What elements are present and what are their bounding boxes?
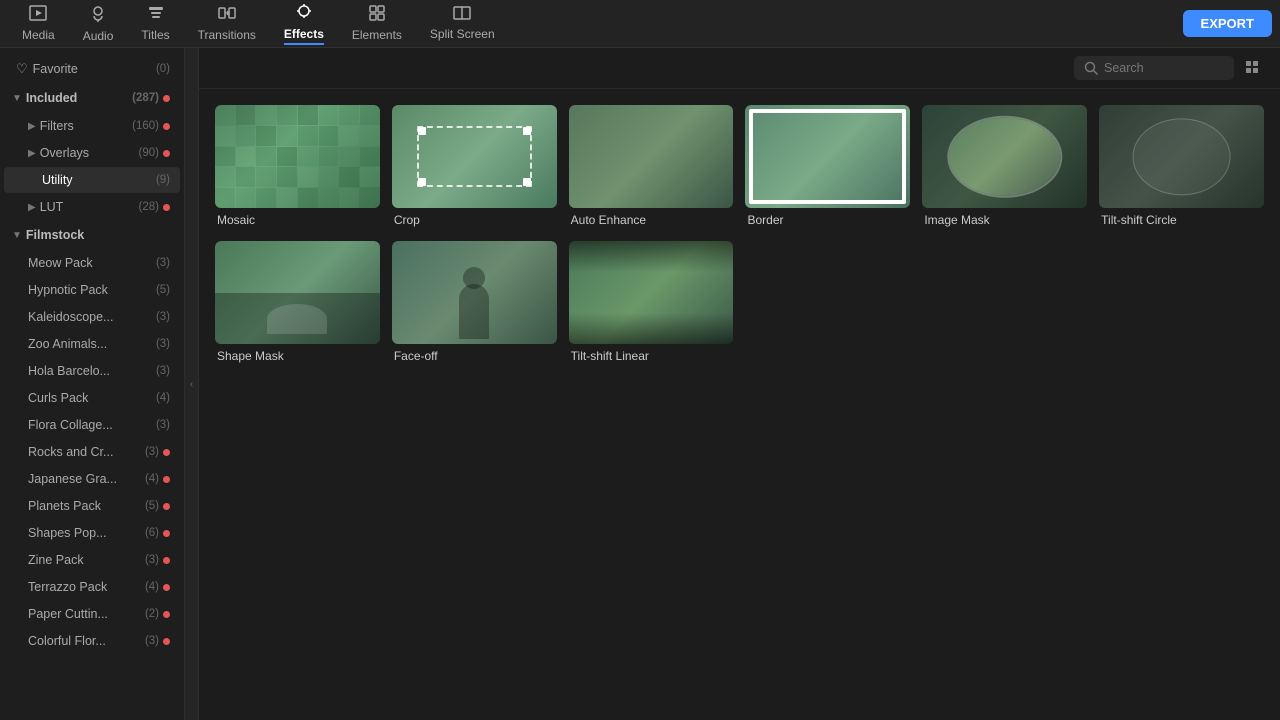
collapse-icon: ‹ <box>190 379 193 390</box>
nav-split-screen-label: Split Screen <box>430 27 495 41</box>
sidebar-item-kaleidoscope-pack[interactable]: Kaleidoscope... (3) <box>4 304 180 330</box>
included-expand-icon: ▼ <box>12 93 22 104</box>
sidebar-item-filters[interactable]: ▶ Filters (160) <box>4 113 180 139</box>
sidebar-item-utility[interactable]: Utility (9) <box>4 167 180 193</box>
split-screen-icon <box>453 6 471 25</box>
sidebar-item-rocks-and-cr[interactable]: Rocks and Cr... (3) <box>4 439 180 465</box>
main-area: ♡ Favorite (0) ▼ Included (287) ▶ Filter… <box>0 48 1280 720</box>
effect-card-crop[interactable]: Crop <box>392 105 557 229</box>
nav-media-label: Media <box>22 28 55 42</box>
sidebar-item-paper-cutting[interactable]: Paper Cuttin... (2) <box>4 601 180 627</box>
nav-transitions[interactable]: Transitions <box>184 1 270 46</box>
sidebar-item-zine-pack[interactable]: Zine Pack (3) <box>4 547 180 573</box>
effect-card-auto-enhance[interactable]: Auto Enhance <box>569 105 734 229</box>
effect-tilt-shift-circle-label: Tilt-shift Circle <box>1099 208 1264 229</box>
nav-elements[interactable]: Elements <box>338 1 416 46</box>
nav-audio-label: Audio <box>83 29 114 43</box>
effect-auto-enhance-label: Auto Enhance <box>569 208 734 229</box>
sidebar-item-flora-collage[interactable]: Flora Collage... (3) <box>4 412 180 438</box>
nav-titles-label: Titles <box>141 28 169 42</box>
sidebar-item-lut[interactable]: ▶ LUT (28) <box>4 194 180 220</box>
filters-expand-icon: ▶ <box>28 121 36 132</box>
sidebar-item-meow-pack[interactable]: Meow Pack (3) <box>4 250 180 276</box>
sidebar-item-colorful-flora[interactable]: Colorful Flor... (3) <box>4 628 180 654</box>
overlays-dot <box>163 150 170 157</box>
grid-toggle-button[interactable] <box>1242 57 1264 79</box>
sidebar-item-included[interactable]: ▼ Included (287) <box>4 84 180 112</box>
effect-faceoff-label: Face-off <box>392 344 557 365</box>
sidebar-item-filmstock[interactable]: ▼ Filmstock <box>4 221 180 249</box>
effects-icon <box>295 2 313 25</box>
effect-image-mask-label: Image Mask <box>922 208 1087 229</box>
heart-icon: ♡ <box>16 61 28 77</box>
content-area: Mosaic Crop Auto En <box>199 48 1280 720</box>
media-icon <box>29 5 47 26</box>
zine-dot <box>163 557 170 564</box>
sidebar-wrapper: ♡ Favorite (0) ▼ Included (287) ▶ Filter… <box>0 48 199 720</box>
effect-mosaic-label: Mosaic <box>215 208 380 229</box>
sidebar-item-shapes-pop[interactable]: Shapes Pop... (6) <box>4 520 180 546</box>
effect-card-border[interactable]: Border <box>745 105 910 229</box>
paper-dot <box>163 611 170 618</box>
elements-icon <box>369 5 385 26</box>
filters-dot <box>163 123 170 130</box>
effect-tilt-linear-label: Tilt-shift Linear <box>569 344 734 365</box>
effects-grid: Mosaic Crop Auto En <box>199 89 1280 720</box>
search-box[interactable] <box>1074 56 1234 80</box>
effect-card-tilt-shift-circle[interactable]: Tilt-shift Circle <box>1099 105 1264 229</box>
sidebar-item-japanese-gra[interactable]: Japanese Gra... (4) <box>4 466 180 492</box>
audio-icon <box>90 4 106 27</box>
export-button[interactable]: EXPORT <box>1183 10 1272 37</box>
transitions-icon <box>218 5 236 26</box>
top-navigation: Media Audio Titles Transitions Effects E… <box>0 0 1280 48</box>
filmstock-expand-icon: ▼ <box>12 230 22 241</box>
sidebar-item-hola-barcelona[interactable]: Hola Barcelo... (3) <box>4 358 180 384</box>
nav-titles[interactable]: Titles <box>127 1 183 46</box>
colorful-dot <box>163 638 170 645</box>
sidebar-item-hypnotic-pack[interactable]: Hypnotic Pack (5) <box>4 277 180 303</box>
lut-expand-icon: ▶ <box>28 202 36 213</box>
effect-shape-mask-label: Shape Mask <box>215 344 380 365</box>
effect-crop-label: Crop <box>392 208 557 229</box>
effect-border-label: Border <box>745 208 910 229</box>
sidebar-item-planets-pack[interactable]: Planets Pack (5) <box>4 493 180 519</box>
nav-transitions-label: Transitions <box>198 28 256 42</box>
sidebar-item-zoo-animals[interactable]: Zoo Animals... (3) <box>4 331 180 357</box>
rocks-dot <box>163 449 170 456</box>
search-input[interactable] <box>1104 61 1224 75</box>
japanese-dot <box>163 476 170 483</box>
search-icon <box>1084 61 1098 75</box>
sidebar-collapse-button[interactable]: ‹ <box>185 48 199 720</box>
titles-icon <box>147 5 165 26</box>
effect-card-tilt-linear[interactable]: Tilt-shift Linear <box>569 241 734 365</box>
sidebar-item-favorite[interactable]: ♡ Favorite (0) <box>4 55 180 83</box>
nav-audio[interactable]: Audio <box>69 0 128 47</box>
sidebar-item-overlays[interactable]: ▶ Overlays (90) <box>4 140 180 166</box>
nav-effects[interactable]: Effects <box>270 0 338 49</box>
nav-split-screen[interactable]: Split Screen <box>416 2 509 45</box>
effect-card-shape-mask[interactable]: Shape Mask <box>215 241 380 365</box>
sidebar: ♡ Favorite (0) ▼ Included (287) ▶ Filter… <box>0 48 185 720</box>
included-dot <box>163 95 170 102</box>
nav-media[interactable]: Media <box>8 1 69 46</box>
shapes-dot <box>163 530 170 537</box>
effect-card-image-mask[interactable]: Image Mask <box>922 105 1087 229</box>
nav-effects-label: Effects <box>284 27 324 45</box>
overlays-expand-icon: ▶ <box>28 148 36 159</box>
planets-dot <box>163 503 170 510</box>
content-header <box>199 48 1280 89</box>
sidebar-item-terrazzo-pack[interactable]: Terrazzo Pack (4) <box>4 574 180 600</box>
sidebar-item-curls-pack[interactable]: Curls Pack (4) <box>4 385 180 411</box>
lut-dot <box>163 204 170 211</box>
nav-elements-label: Elements <box>352 28 402 42</box>
effect-card-faceoff[interactable]: Face-off <box>392 241 557 365</box>
terrazzo-dot <box>163 584 170 591</box>
effect-card-mosaic[interactable]: Mosaic <box>215 105 380 229</box>
